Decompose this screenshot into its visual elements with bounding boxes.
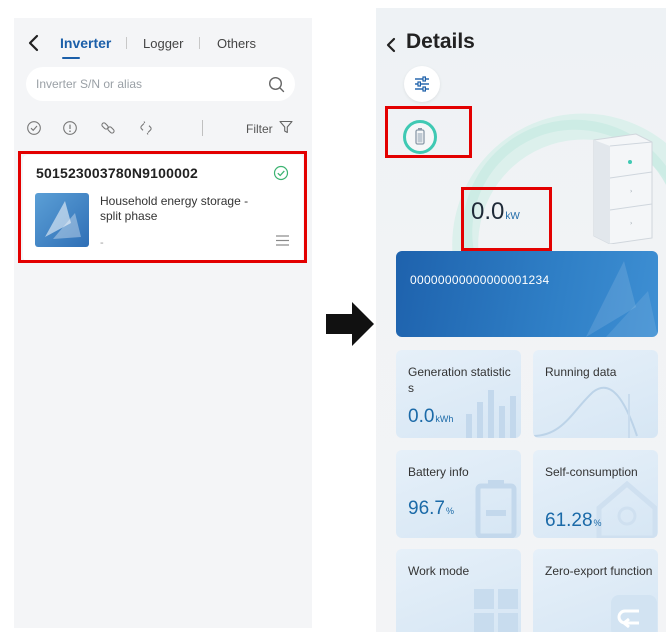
brand-watermark-icon xyxy=(586,261,658,337)
filter-label[interactable]: Filter xyxy=(246,122,273,136)
svg-text:›: › xyxy=(630,220,632,227)
sliders-icon xyxy=(415,76,429,92)
link-icon[interactable] xyxy=(100,120,116,136)
svg-text:›: › xyxy=(630,188,632,195)
tile-label: Self-consumption xyxy=(545,465,638,479)
right-arrow-icon xyxy=(326,302,374,346)
search-bar xyxy=(26,67,295,101)
tile-zero-export-function[interactable]: Zero-export function xyxy=(533,549,658,632)
tile-self-consumption[interactable]: Self-consumption 61.28% xyxy=(533,450,658,538)
tab-divider xyxy=(199,37,200,49)
grid-mode-icon xyxy=(474,589,518,632)
banner-serial: 00000000000000001234 xyxy=(410,273,550,287)
battery-icon xyxy=(475,480,517,538)
tile-battery-info[interactable]: Battery info 96.7% xyxy=(396,450,521,538)
funnel-icon[interactable] xyxy=(278,119,294,135)
page-title: Details xyxy=(406,30,475,53)
tile-label: Generation statistics xyxy=(408,365,511,395)
filter-row: Filter xyxy=(14,116,312,142)
search-input[interactable] xyxy=(36,67,256,101)
tab-others[interactable]: Others xyxy=(217,36,256,51)
tab-inverter[interactable]: Inverter xyxy=(60,35,111,51)
device-serial-banner[interactable]: 00000000000000001234 xyxy=(396,251,658,337)
tile-label: Work mode xyxy=(408,564,470,578)
tile-label: Battery info xyxy=(408,465,469,479)
tile-value: 0.0kWh xyxy=(408,406,453,428)
generation-value: 0.0 xyxy=(408,406,435,427)
highlight-box-battery xyxy=(385,106,472,158)
tile-label: Zero-export function xyxy=(545,564,653,578)
check-circle-icon[interactable] xyxy=(26,120,42,136)
self-consumption-value: 61.28 xyxy=(545,510,593,531)
search-icon[interactable] xyxy=(268,76,285,93)
active-tab-indicator xyxy=(62,57,80,59)
self-consumption-unit: % xyxy=(593,518,602,528)
tile-running-data[interactable]: Running data xyxy=(533,350,658,438)
info-circle-icon[interactable] xyxy=(62,120,78,136)
return-arrow-icon xyxy=(611,595,657,632)
back-arrow-icon[interactable] xyxy=(384,36,398,54)
tile-value: 96.7% xyxy=(408,498,454,520)
generation-unit: kWh xyxy=(435,414,454,424)
battery-unit: % xyxy=(445,506,454,516)
battery-value: 96.7 xyxy=(408,498,445,519)
tile-work-mode[interactable]: Work mode xyxy=(396,549,521,632)
tab-divider xyxy=(126,37,127,49)
tile-generation-statistics[interactable]: Generation statistics 0.0kWh xyxy=(396,350,521,438)
device-details-screen: Details 0.0kW › › 00000000000000001234 G… xyxy=(376,8,666,632)
tile-label: Running data xyxy=(545,365,617,379)
home-bulb-icon xyxy=(596,480,657,538)
back-arrow-icon[interactable] xyxy=(26,33,42,53)
filter-divider xyxy=(202,120,203,136)
battery-cabinet-illustration: › › xyxy=(593,133,653,244)
tab-logger[interactable]: Logger xyxy=(143,36,183,51)
inverter-list-screen: Inverter Logger Others Inverter S/N or a… xyxy=(14,18,312,628)
settings-button[interactable] xyxy=(404,66,440,102)
broken-link-icon[interactable] xyxy=(138,120,154,136)
tile-value: 61.28% xyxy=(545,510,602,532)
top-bar: Inverter Logger Others xyxy=(14,18,312,68)
highlight-box-device-card xyxy=(18,151,307,263)
wave-chart-icon xyxy=(533,386,638,438)
highlight-box-power xyxy=(461,187,552,251)
